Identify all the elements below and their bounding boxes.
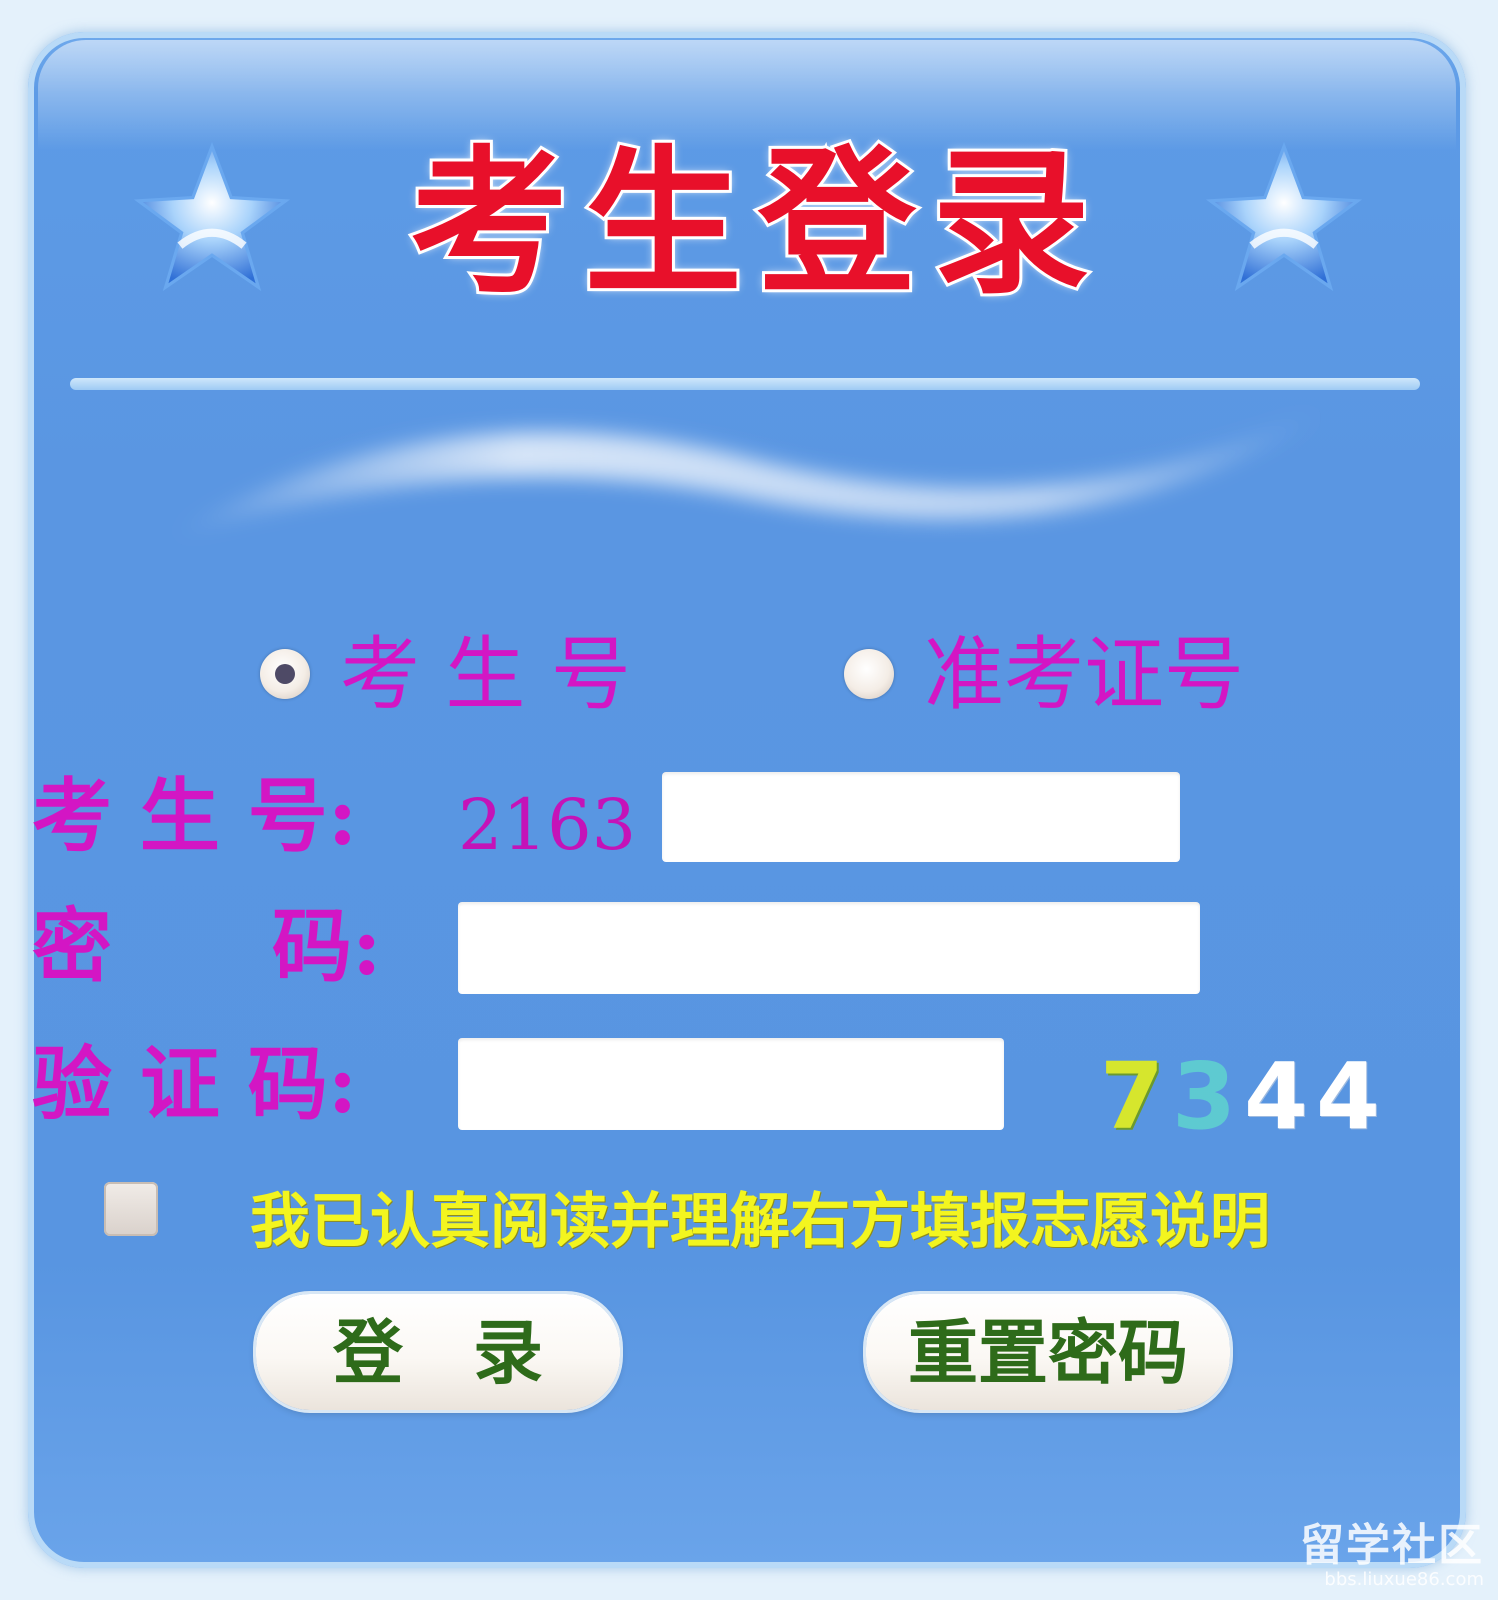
agreement-checkbox[interactable] xyxy=(104,1182,158,1236)
page-title: 考生登录 xyxy=(407,128,1106,319)
reset-password-button[interactable]: 重置密码 xyxy=(866,1294,1230,1410)
watermark-main: 留学社区 xyxy=(1300,1520,1484,1571)
candidate-number-prefix: 2163 xyxy=(458,784,637,866)
password-label: 密 码: xyxy=(32,899,382,993)
captcha-label: 验 证 码: xyxy=(32,1037,358,1131)
candidate-number-label: 考 生 号: xyxy=(32,769,358,863)
radio-candidate-number[interactable] xyxy=(260,649,310,699)
decorative-swoosh xyxy=(168,408,1328,538)
agreement-text: 我已认真阅读并理解右方填报志愿说明 xyxy=(250,1187,1270,1257)
login-button[interactable]: 登 录 xyxy=(256,1294,620,1410)
captcha-digit: 3 xyxy=(1172,1043,1245,1150)
star-icon xyxy=(1205,141,1363,292)
login-panel: 考生登录 考 生 号 准考证号 考 生 号: 2163 密 码: 验 证 码: … xyxy=(28,32,1466,1568)
site-watermark: 留学社区 bbs.liuxue86.com xyxy=(1300,1522,1484,1590)
captcha-input[interactable] xyxy=(458,1038,1004,1130)
star-icon xyxy=(133,141,291,292)
radio-admission-ticket[interactable] xyxy=(844,649,894,699)
password-input[interactable] xyxy=(458,902,1200,994)
candidate-number-input[interactable] xyxy=(662,772,1180,862)
captcha-digit: 4 xyxy=(1244,1043,1317,1150)
captcha-digit: 4 xyxy=(1316,1043,1389,1150)
captcha-image[interactable]: 7344 xyxy=(1100,1042,1410,1152)
radio-label-admission-ticket: 准考证号 xyxy=(924,628,1244,721)
watermark-url: bbs.liuxue86.com xyxy=(1324,1569,1484,1590)
captcha-digit: 7 xyxy=(1100,1043,1173,1150)
radio-label-candidate-number: 考 生 号 xyxy=(340,628,631,721)
radio-selected-dot xyxy=(275,664,295,684)
